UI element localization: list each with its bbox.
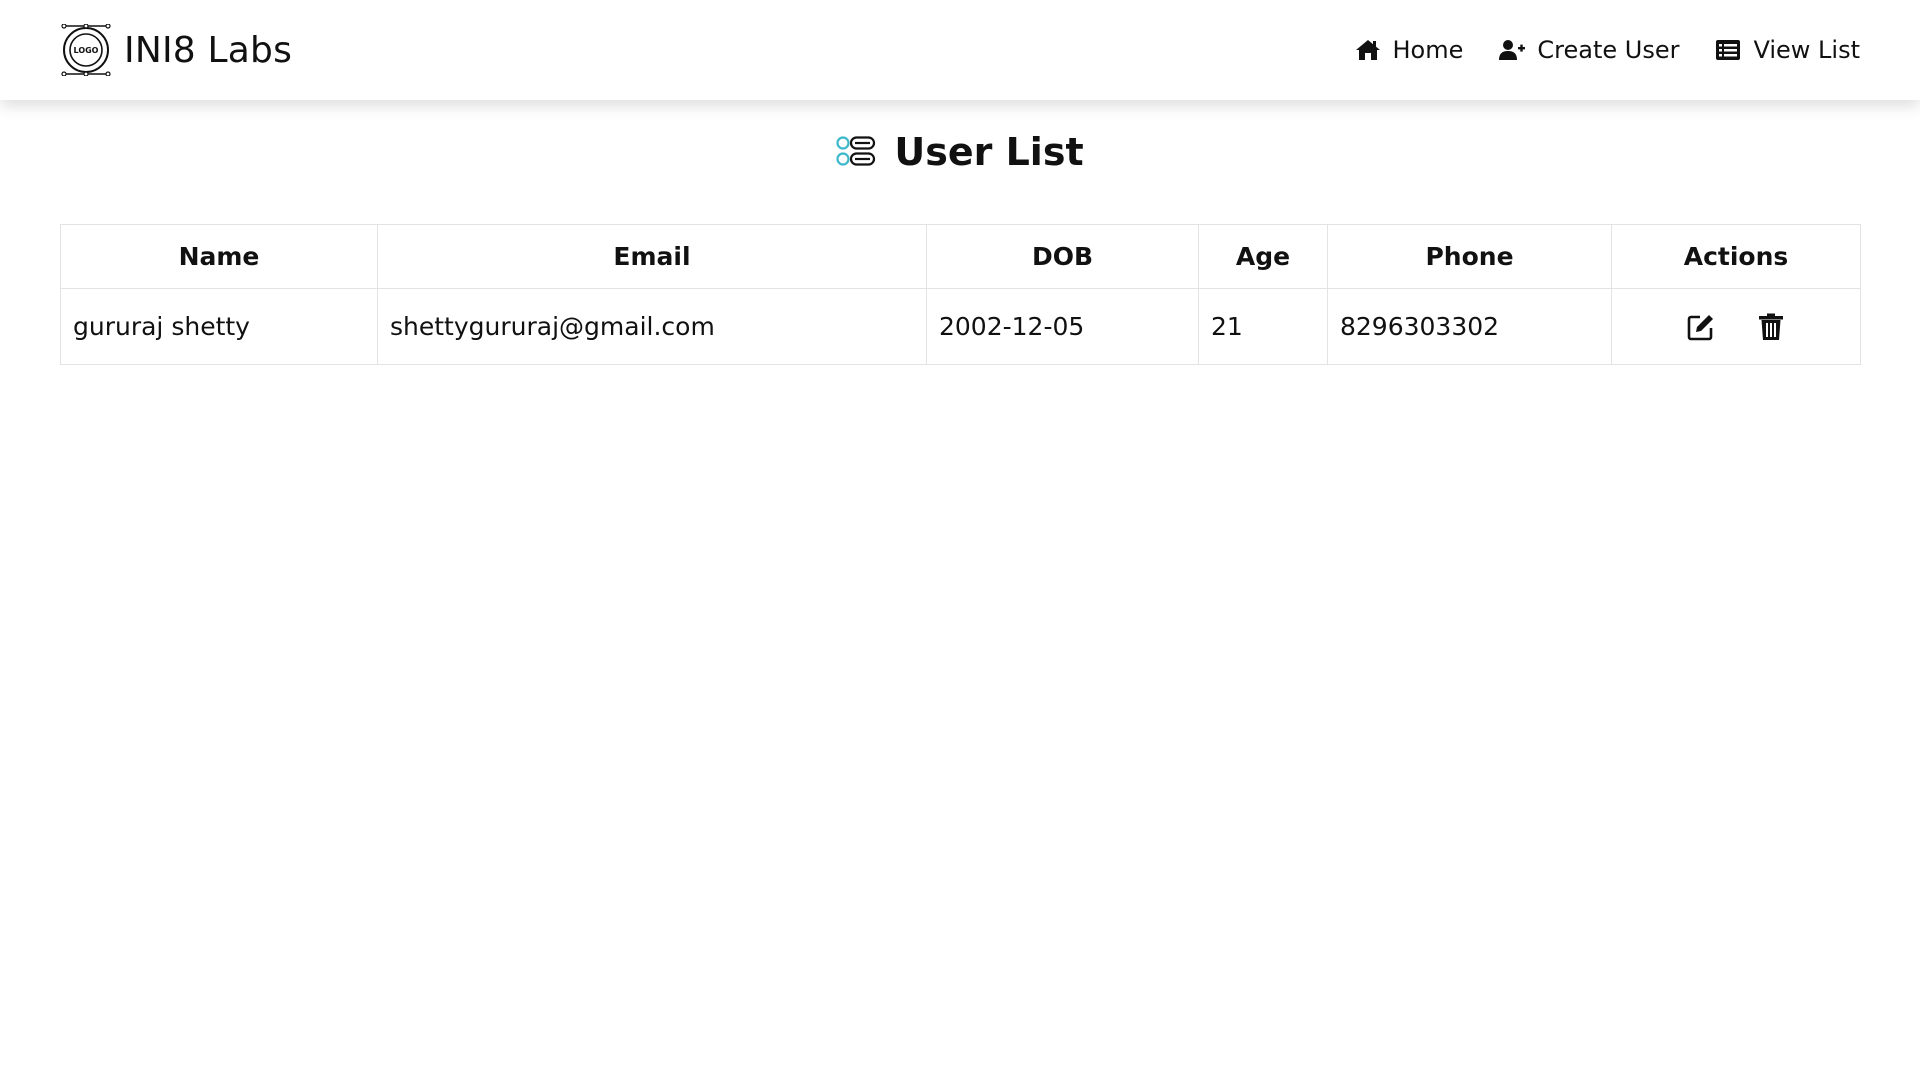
- trash-icon[interactable]: [1756, 312, 1786, 342]
- list-toggle-icon: [836, 134, 878, 170]
- nav-view-list-label: View List: [1753, 36, 1860, 64]
- cell-name: gururaj shetty: [60, 288, 378, 365]
- cell-actions: [1611, 288, 1861, 365]
- user-table: Name Email DOB Age Phone Actions gururaj…: [60, 224, 1861, 365]
- edit-icon[interactable]: [1686, 312, 1716, 342]
- nav-home-label: Home: [1392, 36, 1464, 64]
- cell-age: 21: [1198, 288, 1328, 365]
- nav-view-list-link[interactable]: View List: [1715, 36, 1860, 64]
- column-header-name[interactable]: Name: [60, 224, 378, 289]
- nav-create-user-label: Create User: [1537, 36, 1680, 64]
- column-header-dob[interactable]: DOB: [926, 224, 1199, 289]
- page-heading: User List: [60, 100, 1860, 204]
- main-nav: Home Create User View List: [1355, 36, 1860, 64]
- user-plus-icon: [1499, 38, 1526, 62]
- top-navbar: LOGO INI8 Labs Home Create User View Lis…: [0, 0, 1920, 100]
- main-content: User List Name Email DOB Age Phone Actio…: [60, 100, 1861, 365]
- column-header-phone[interactable]: Phone: [1327, 224, 1612, 289]
- page-title: User List: [894, 130, 1084, 174]
- cell-dob: 2002-12-05: [926, 288, 1199, 365]
- svg-text:LOGO: LOGO: [74, 46, 99, 55]
- table-header-row: Name Email DOB Age Phone Actions: [60, 224, 1861, 289]
- brand-name: INI8 Labs: [124, 29, 293, 71]
- list-icon: [1715, 38, 1741, 62]
- column-header-email[interactable]: Email: [377, 224, 927, 289]
- nav-create-user-link[interactable]: Create User: [1499, 36, 1679, 64]
- circular-logo-icon: LOGO: [60, 24, 112, 76]
- cell-phone: 8296303302: [1327, 288, 1612, 365]
- table-row: gururaj shetty shettygururaj@gmail.com 2…: [60, 288, 1861, 365]
- nav-home-link[interactable]: Home: [1355, 36, 1464, 64]
- cell-email: shettygururaj@gmail.com: [377, 288, 927, 365]
- brand[interactable]: LOGO INI8 Labs: [60, 24, 292, 76]
- home-icon: [1355, 38, 1381, 62]
- column-header-actions: Actions: [1611, 224, 1861, 289]
- column-header-age[interactable]: Age: [1198, 224, 1328, 289]
